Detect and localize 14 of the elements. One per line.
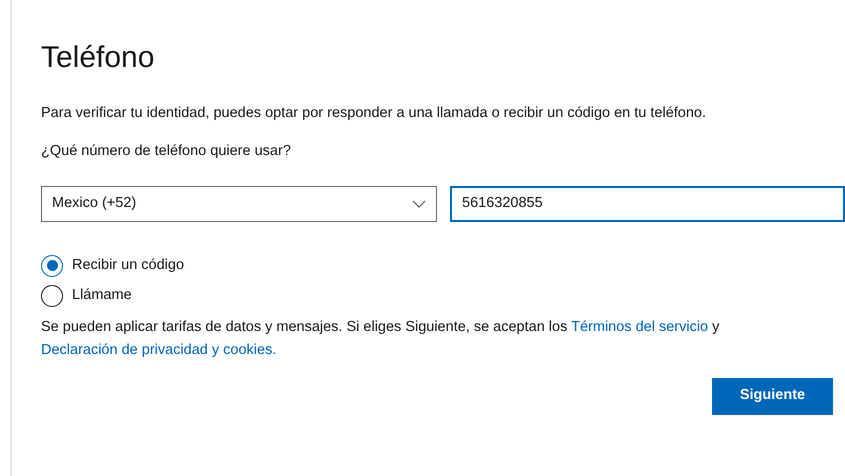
intro-text: Para verificar tu identidad, puedes optar por responder a una llamada o recibir un código en tu teléfono. [41, 104, 708, 123]
chevron-down-icon [412, 200, 426, 208]
option-label[interactable]: Recibir un código [72, 254, 184, 276]
phone-field[interactable]: 5616320855 [450, 186, 845, 222]
next-button[interactable]: Siguiente [712, 378, 833, 414]
page-title: Teléfono [41, 40, 156, 76]
legal-text: Se pueden aplicar tarifas de datos y mensajes. Si eliges Siguiente, se aceptan los Términos del servicio y Declaración de privacidad y cookies. [41, 318, 720, 360]
question-label: ¿Qué número de teléfono quiere usar? [41, 142, 292, 161]
radio-button[interactable] [41, 254, 63, 276]
legal-link[interactable]: Términos del servicio [571, 318, 708, 334]
option-label[interactable]: Llámame [72, 284, 132, 306]
country-select[interactable]: Mexico (+52) [41, 186, 437, 222]
legal-link[interactable]: Declaración de privacidad y cookies. [41, 342, 276, 358]
radio-button[interactable] [41, 284, 63, 306]
